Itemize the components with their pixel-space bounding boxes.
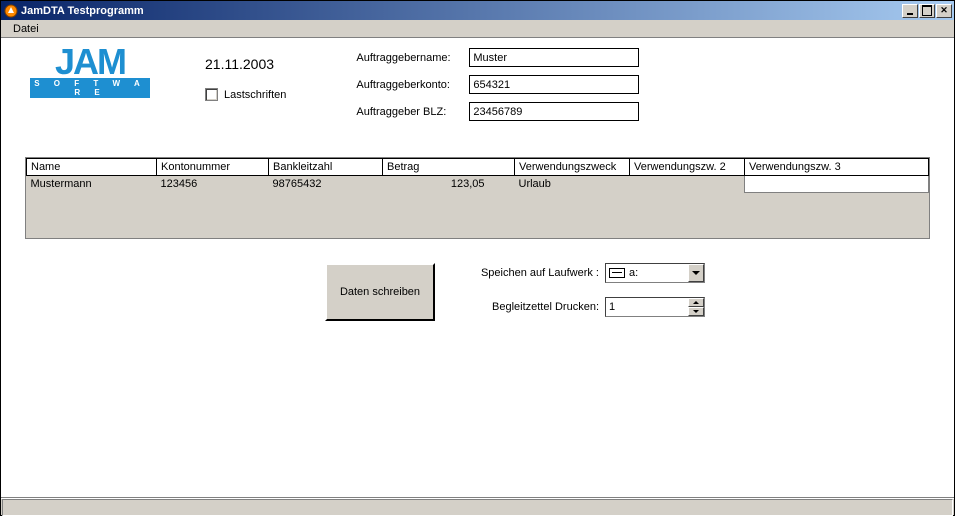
cell-vzw1[interactable]: Urlaub [515, 176, 630, 193]
print-label: Begleitzettel Drucken: [475, 301, 599, 313]
spinner-down-icon[interactable] [688, 307, 704, 316]
data-grid[interactable]: Name Kontonummer Bankleitzahl Betrag Ver… [25, 157, 930, 239]
col-vzw2[interactable]: Verwendungszw. 2 [630, 159, 745, 176]
col-konto[interactable]: Kontonummer [157, 159, 269, 176]
status-panel [2, 499, 953, 516]
logo-text: JAM [55, 46, 125, 78]
auftraggeber-konto-field[interactable] [469, 75, 639, 94]
drive-label: Speichen auf Laufwerk : [475, 267, 599, 279]
titlebar[interactable]: JamDTA Testprogramm ✕ [1, 1, 954, 20]
logo-subtitle: S O F T W A R E [30, 78, 150, 98]
col-vzw3[interactable]: Verwendungszw. 3 [745, 159, 929, 176]
drive-combo[interactable]: a: [605, 263, 705, 283]
maximize-button[interactable] [919, 4, 935, 18]
print-value: 1 [609, 301, 615, 313]
statusbar [1, 497, 954, 515]
auftraggeber-name-field[interactable] [469, 48, 639, 67]
col-vzw1[interactable]: Verwendungszweck [515, 159, 630, 176]
cell-vzw2[interactable] [630, 176, 745, 193]
cell-vzw3-edit[interactable] [745, 176, 929, 193]
write-data-button[interactable]: Daten schreiben [325, 263, 435, 321]
auftraggeber-name-label: Auftraggebername: [356, 52, 465, 64]
drive-value: a: [629, 267, 638, 279]
menu-file[interactable]: Datei [7, 21, 45, 37]
app-window: JamDTA Testprogramm ✕ Datei JAM S O F T … [0, 0, 955, 516]
col-betrag[interactable]: Betrag [383, 159, 515, 176]
col-name[interactable]: Name [27, 159, 157, 176]
col-blz[interactable]: Bankleitzahl [269, 159, 383, 176]
lastschriften-checkbox[interactable] [205, 88, 218, 101]
auftraggeber-konto-label: Auftraggeberkonto: [356, 79, 465, 91]
minimize-button[interactable] [902, 4, 918, 18]
cell-konto[interactable]: 123456 [157, 176, 269, 193]
chevron-down-icon[interactable] [688, 264, 704, 282]
logo: JAM S O F T W A R E [25, 46, 185, 94]
content-area: JAM S O F T W A R E 21.11.2003 Lastschri… [1, 38, 954, 497]
date-label: 21.11.2003 [205, 56, 286, 72]
app-icon [4, 4, 18, 18]
cell-blz[interactable]: 98765432 [269, 176, 383, 193]
lastschriften-label: Lastschriften [224, 89, 286, 101]
auftraggeber-blz-label: Auftraggeber BLZ: [356, 106, 465, 118]
print-count-spinner[interactable]: 1 [605, 297, 705, 317]
window-title: JamDTA Testprogramm [21, 5, 901, 17]
auftraggeber-blz-field[interactable] [469, 102, 639, 121]
table-row[interactable]: Mustermann 123456 98765432 123,05 Urlaub [27, 176, 929, 193]
close-button[interactable]: ✕ [936, 4, 952, 18]
menubar: Datei [1, 20, 954, 38]
cell-name[interactable]: Mustermann [27, 176, 157, 193]
floppy-icon [609, 268, 625, 278]
window-controls: ✕ [901, 4, 954, 18]
cell-betrag[interactable]: 123,05 [383, 176, 515, 193]
spinner-up-icon[interactable] [688, 298, 704, 307]
